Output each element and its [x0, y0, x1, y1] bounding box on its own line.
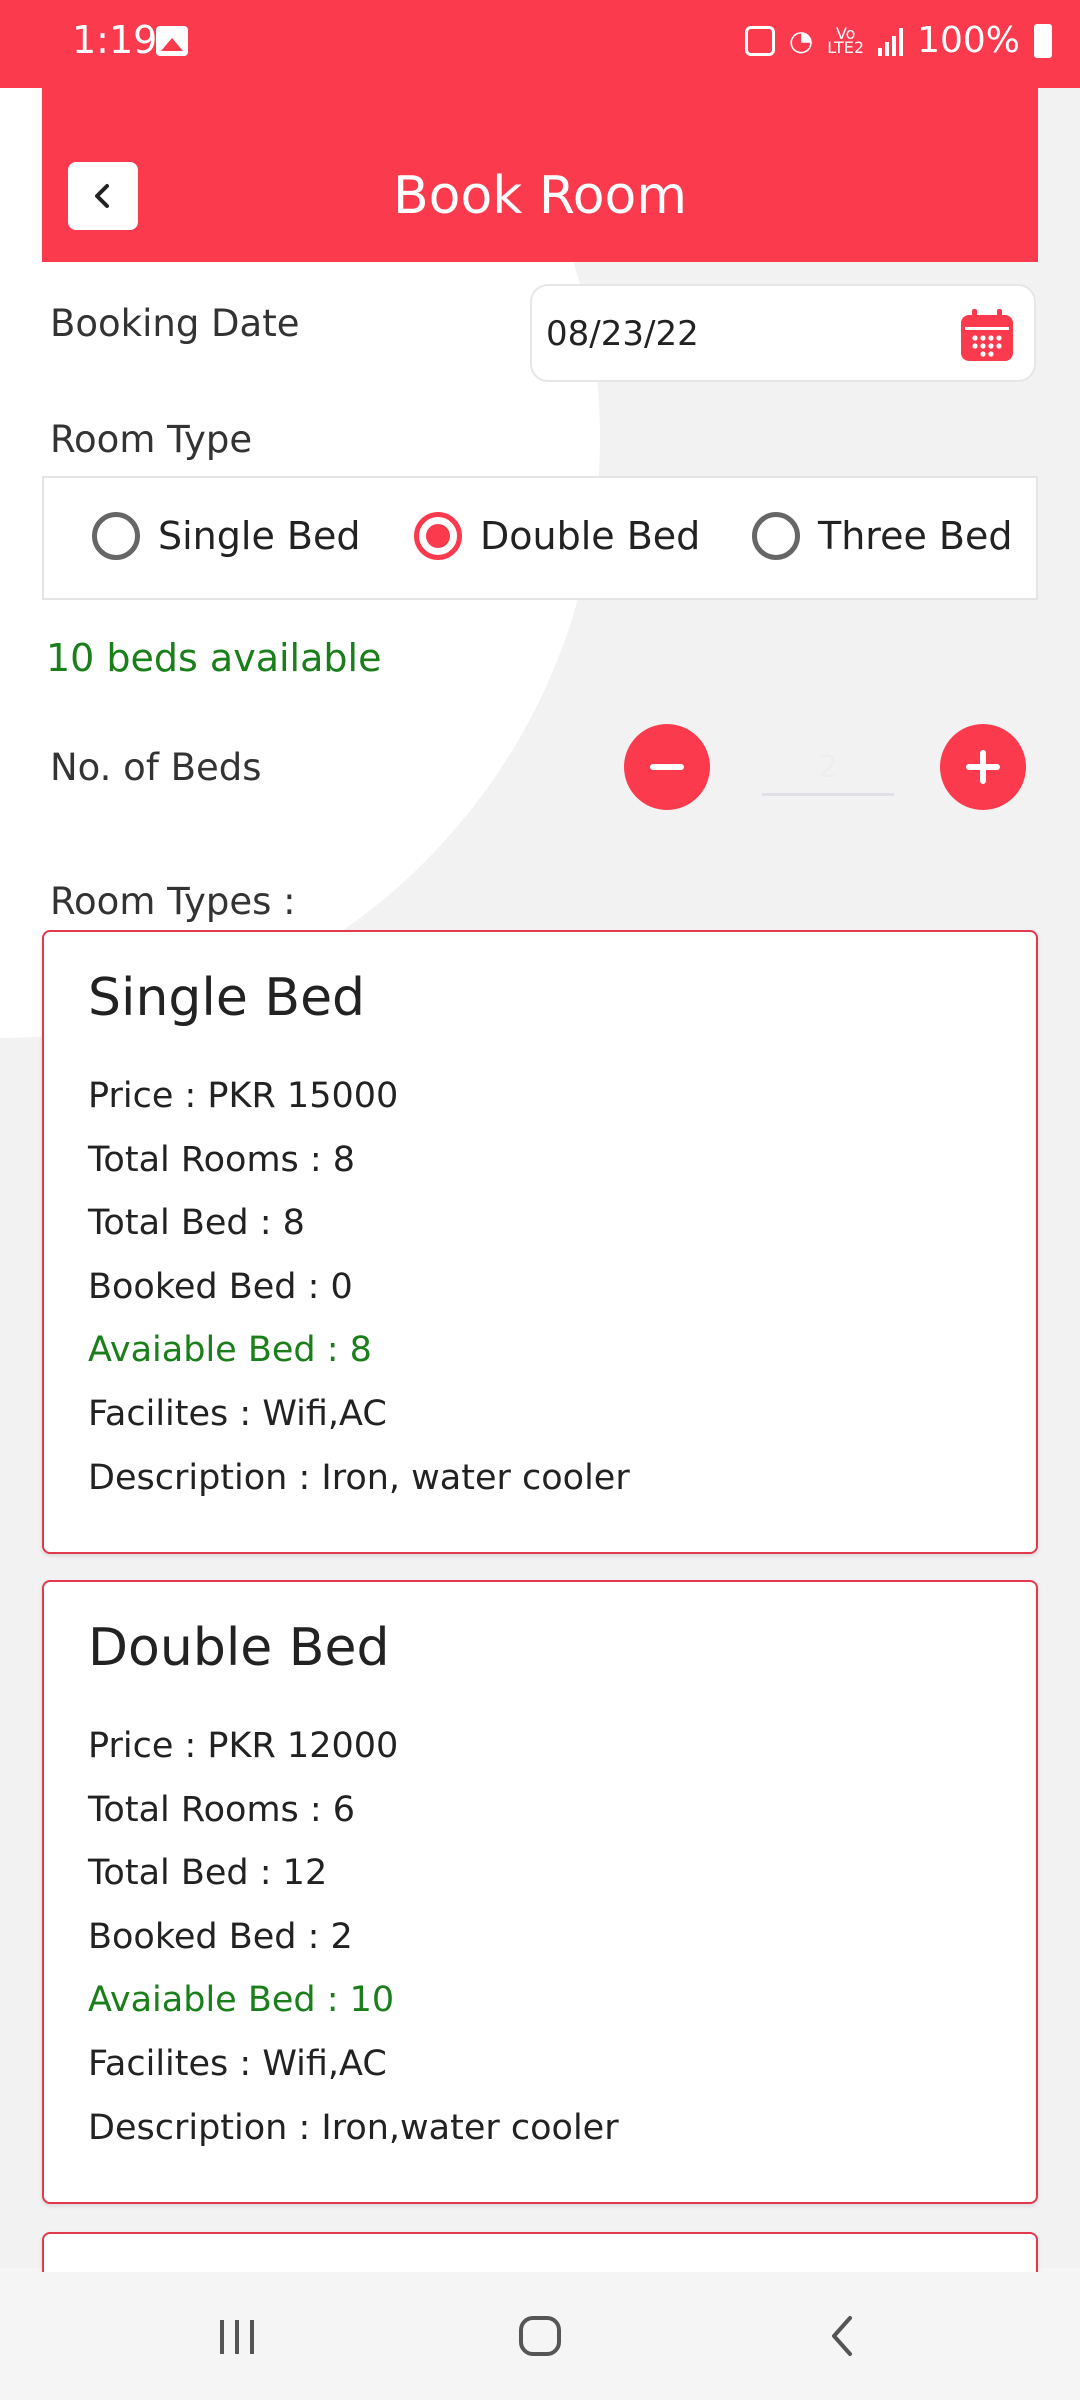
data-saver-icon: [744, 25, 775, 56]
minus-icon: [650, 764, 684, 770]
plus-icon: [966, 750, 1000, 784]
app-bar: Book Room: [42, 88, 1038, 262]
radio-circle-single: [92, 512, 140, 560]
card-price: Price : PKR 15000: [88, 1076, 399, 1116]
lte-icon: Vo LTE2: [827, 23, 865, 57]
home-icon[interactable]: [516, 2312, 564, 2360]
booking-date-value: 08/23/22: [546, 314, 699, 354]
card-total-rooms: Total Rooms : 8: [88, 1140, 356, 1180]
room-type-label: Room Type: [50, 418, 253, 461]
booking-date-field[interactable]: 08/23/22: [530, 284, 1036, 382]
room-type-selector: Single Bed Double Bed Three Bed: [42, 476, 1038, 600]
radio-label-double: Double Bed: [480, 514, 701, 558]
card-title: Single Bed: [88, 968, 366, 1028]
signal-icon: [878, 26, 904, 56]
card-total-rooms: Total Rooms : 6: [88, 1790, 356, 1830]
battery-icon: [1034, 23, 1052, 58]
status-bar: 1:19 ◔ Vo LTE2 100%: [0, 0, 1080, 88]
card-price: Price : PKR 12000: [88, 1726, 399, 1766]
card-total-bed: Total Bed : 8: [88, 1203, 305, 1243]
card-title: Double Bed: [88, 1618, 390, 1678]
room-card-single[interactable]: Single Bed Price : PKR 15000 Total Rooms…: [42, 930, 1038, 1554]
calendar-icon[interactable]: [958, 306, 1016, 364]
room-types-heading: Room Types :: [50, 880, 296, 923]
radio-double-bed[interactable]: Double Bed: [414, 512, 700, 560]
card-facilities: Facilites : Wifi,AC: [88, 2044, 387, 2084]
back-nav-icon[interactable]: [820, 2312, 868, 2360]
radio-circle-three: [752, 512, 800, 560]
page-title: Book Room: [392, 166, 688, 226]
card-available-bed: Avaiable Bed : 8: [88, 1330, 372, 1370]
beds-count-input[interactable]: 2: [762, 750, 894, 796]
wifi-icon: ◔: [788, 24, 814, 57]
radio-label-single: Single Bed: [158, 514, 361, 558]
status-time: 1:19: [72, 18, 158, 62]
card-facilities: Facilites : Wifi,AC: [88, 1394, 387, 1434]
card-booked-bed: Booked Bed : 2: [88, 1917, 353, 1957]
radio-single-bed[interactable]: Single Bed: [92, 512, 360, 560]
beds-label: No. of Beds: [50, 746, 262, 789]
card-description: Description : Iron, water cooler: [88, 1458, 630, 1498]
battery-percent: 100%: [917, 20, 1020, 61]
decrement-button[interactable]: [624, 724, 710, 810]
radio-three-bed[interactable]: Three Bed: [752, 512, 1013, 560]
room-card-double[interactable]: Double Bed Price : PKR 12000 Total Rooms…: [42, 1580, 1038, 2204]
radio-label-three: Three Bed: [818, 514, 1013, 558]
increment-button[interactable]: [940, 724, 1026, 810]
card-booked-bed: Booked Bed : 0: [88, 1267, 353, 1307]
gallery-icon: [156, 26, 188, 56]
card-description: Description : Iron,water cooler: [88, 2108, 619, 2148]
system-nav-bar: [0, 2272, 1080, 2400]
status-icons: ◔ Vo LTE2 100%: [744, 20, 1052, 61]
radio-circle-double: [414, 512, 462, 560]
card-total-bed: Total Bed : 12: [88, 1853, 328, 1893]
availability-text: 10 beds available: [46, 636, 382, 680]
card-available-bed: Avaiable Bed : 10: [88, 1980, 395, 2020]
booking-date-label: Booking Date: [50, 302, 300, 345]
recent-apps-icon[interactable]: [214, 2312, 262, 2360]
